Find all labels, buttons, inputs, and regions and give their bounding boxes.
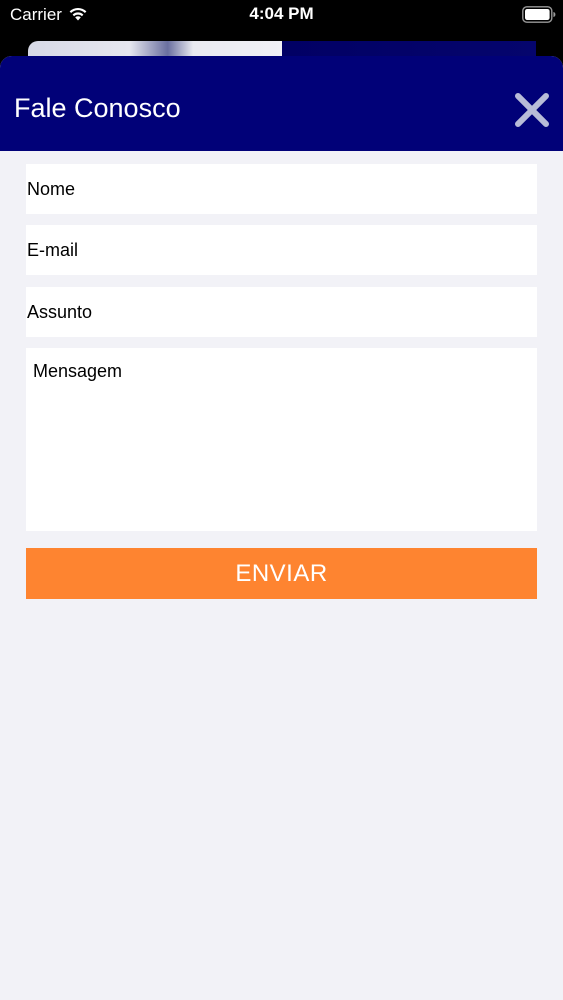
modal-header: Fale Conosco	[0, 56, 563, 151]
status-bar: Carrier 4:04 PM	[0, 0, 563, 30]
email-field[interactable]	[26, 225, 537, 275]
name-field[interactable]	[26, 164, 537, 214]
status-time: 4:04 PM	[249, 4, 314, 23]
modal-title: Fale Conosco	[14, 93, 181, 123]
contact-form: ENVIAR	[0, 151, 563, 1000]
message-field[interactable]	[26, 348, 537, 531]
close-icon	[510, 88, 554, 132]
subject-field[interactable]	[26, 287, 537, 337]
battery-icon	[522, 6, 556, 23]
send-button[interactable]: ENVIAR	[26, 548, 537, 599]
close-button[interactable]	[510, 88, 554, 132]
contact-modal: Fale Conosco ENVIAR	[0, 56, 563, 1000]
